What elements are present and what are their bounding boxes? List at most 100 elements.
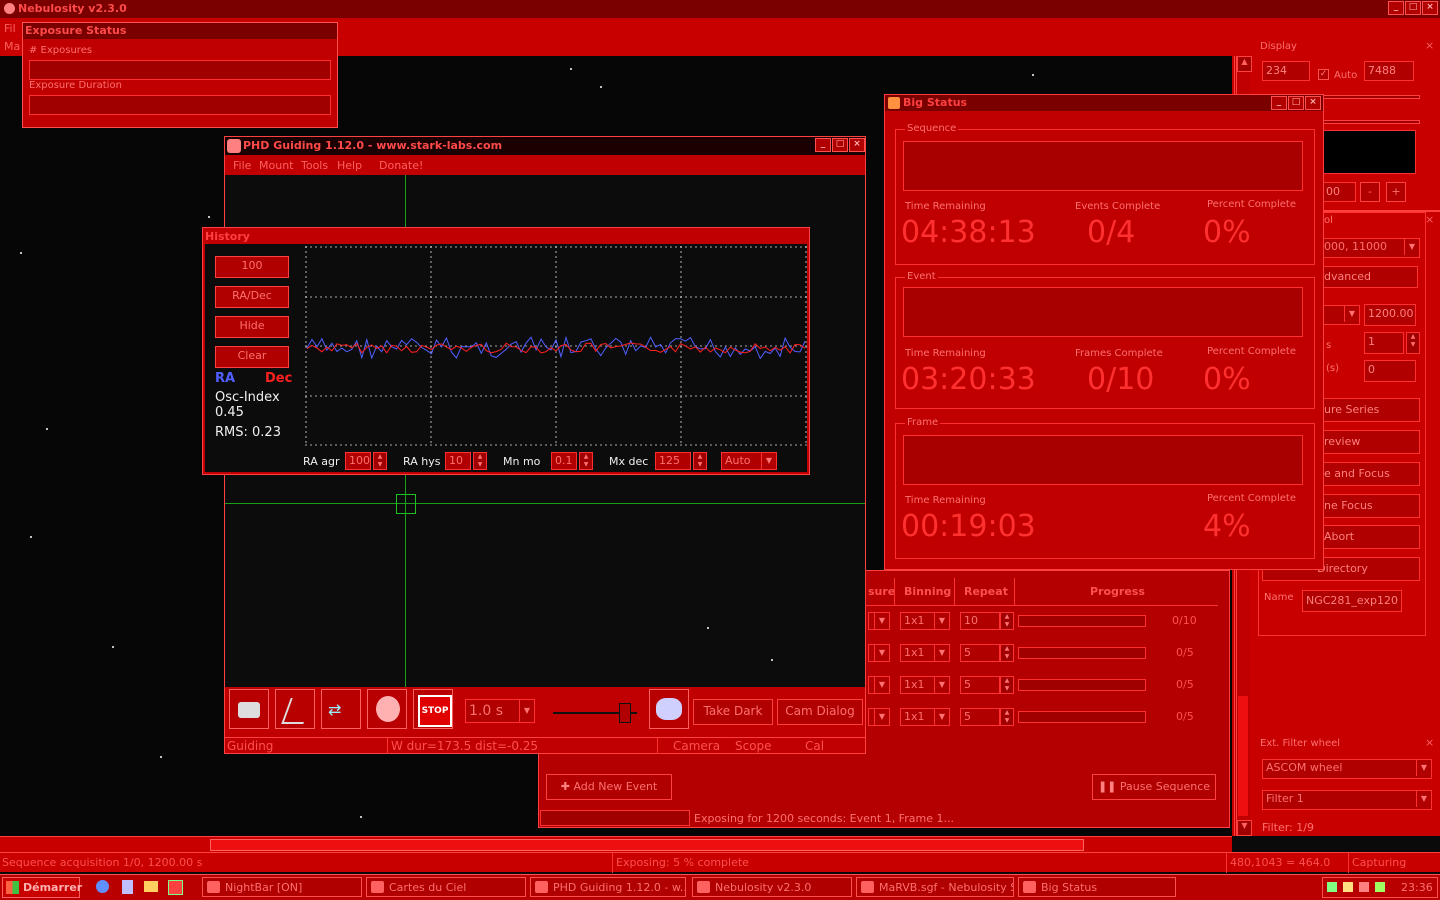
ra-legend: RA: [215, 371, 236, 386]
close-icon[interactable]: ×: [1305, 96, 1321, 110]
exposure-duration-select[interactable]: 1.0 s ▼: [465, 699, 535, 723]
history-title[interactable]: History: [205, 230, 250, 243]
maximize-icon[interactable]: □: [1288, 96, 1304, 110]
display-min-input[interactable]: 234: [1262, 61, 1310, 81]
taskbar-item-nebulosity[interactable]: Nebulosity v2.3.0: [692, 877, 852, 897]
mn-mo-spinner[interactable]: ▲ ▼: [579, 452, 593, 470]
phd-title-bar[interactable]: PHD Guiding 1.12.0 - www.stark-labs.com …: [225, 137, 865, 155]
status-sep-2: [657, 738, 658, 754]
chevron-down-icon: ▼: [761, 453, 776, 469]
main-title-bar[interactable]: Nebulosity v2.3.0 _ □ ×: [0, 0, 1440, 18]
ra-agr-input[interactable]: 100: [345, 452, 371, 470]
big-status-window: Big Status _ □ × Sequence Time Remaining…: [884, 94, 1324, 570]
add-event-button[interactable]: ✚ Add New Event: [546, 774, 672, 800]
stop-button[interactable]: STOP: [413, 689, 453, 729]
ra-hys-input[interactable]: 10: [445, 452, 471, 470]
ie-icon[interactable]: [96, 880, 109, 893]
brain-button[interactable]: [649, 689, 689, 729]
capture-close-icon[interactable]: ×: [1425, 213, 1434, 226]
repeat-spinner[interactable]: ▲ ▼: [1000, 612, 1014, 630]
take-dark-button[interactable]: Take Dark: [693, 699, 773, 725]
exposure-select[interactable]: ▼: [868, 708, 890, 726]
filter-select[interactable]: Filter 1 ▼: [1262, 790, 1432, 810]
gamma-slider-thumb[interactable]: [619, 703, 631, 723]
repeat-spinner[interactable]: ▲ ▼: [1000, 676, 1014, 694]
scroll-thumb[interactable]: [210, 839, 1084, 851]
maximize-icon[interactable]: □: [832, 138, 848, 152]
repeat-input[interactable]: 5: [960, 708, 1000, 726]
exposure-select[interactable]: ▼: [868, 612, 890, 630]
taskbar-item-nightbar[interactable]: NightBar [ON]: [202, 877, 362, 897]
mx-dec-spinner[interactable]: ▲ ▼: [693, 452, 707, 470]
display-max-input[interactable]: 7488: [1364, 61, 1414, 81]
display-title: Display: [1260, 41, 1297, 52]
filter-close-icon[interactable]: ×: [1425, 736, 1434, 749]
plus-button[interactable]: +: [1386, 182, 1406, 202]
doc-icon[interactable]: [122, 880, 133, 894]
history-clear-button[interactable]: Clear: [215, 346, 289, 368]
menu-file[interactable]: File: [233, 159, 251, 172]
repeat-input[interactable]: 10: [960, 612, 1000, 630]
horizontal-scrollbar[interactable]: [0, 836, 1232, 852]
tray-icon[interactable]: [1375, 882, 1385, 892]
loop-exposure-button[interactable]: [229, 689, 269, 729]
menu-ma[interactable]: Ma: [4, 40, 20, 53]
tray-icon[interactable]: [1343, 882, 1353, 892]
exposure-select[interactable]: ▼: [868, 676, 890, 694]
seq-events-label: Events Complete: [1075, 201, 1161, 212]
connect-camera-button[interactable]: ⇄: [321, 689, 361, 729]
menu-mount[interactable]: Mount: [259, 159, 293, 172]
exposure-select[interactable]: ▼: [868, 644, 890, 662]
binning-select[interactable]: 1x1 ▼: [900, 612, 950, 630]
start-button[interactable]: Démarrer: [2, 877, 82, 898]
exposure-status-title[interactable]: Exposure Status: [23, 23, 337, 39]
close-icon[interactable]: ×: [1422, 1, 1438, 15]
scroll-down-icon[interactable]: ▼: [1237, 820, 1252, 836]
minus-button[interactable]: -: [1360, 182, 1380, 202]
ra-agr-spinner[interactable]: ▲ ▼: [373, 452, 387, 470]
dec-mode-select[interactable]: Auto ▼: [721, 452, 777, 470]
history-radec-button[interactable]: RA/Dec: [215, 286, 289, 308]
pause-sequence-button[interactable]: ❚❚ Pause Sequence: [1092, 774, 1216, 800]
repeat-input[interactable]: 5: [960, 644, 1000, 662]
maximize-icon[interactable]: □: [1405, 1, 1421, 15]
cam-dialog-button[interactable]: Cam Dialog: [777, 699, 863, 725]
ra-hys-spinner[interactable]: ▲ ▼: [473, 452, 487, 470]
display-close-icon[interactable]: ×: [1425, 39, 1434, 52]
repeat-spinner[interactable]: ▲ ▼: [1000, 708, 1014, 726]
auto-checkbox[interactable]: ✓: [1318, 69, 1329, 80]
scroll-up-icon[interactable]: ▲: [1237, 56, 1252, 72]
menu-help[interactable]: Help: [337, 159, 362, 172]
menu-file[interactable]: Fil: [4, 22, 16, 35]
menu-tools[interactable]: Tools: [301, 159, 328, 172]
minimize-icon[interactable]: _: [1388, 1, 1404, 15]
app-shortcut-icon[interactable]: [168, 880, 183, 895]
binning-select[interactable]: 1x1 ▼: [900, 644, 950, 662]
close-icon[interactable]: ×: [849, 138, 865, 152]
minimize-icon[interactable]: _: [1271, 96, 1287, 110]
small-value-field[interactable]: 00: [1322, 182, 1356, 202]
history-hide-button[interactable]: Hide: [215, 316, 289, 338]
menu-donate[interactable]: Donate!: [379, 159, 423, 172]
guide-button[interactable]: [367, 689, 407, 729]
taskbar-item-marvb[interactable]: MaRVB.sgf - Nebulosity S...: [856, 877, 1014, 897]
connect-mount-button[interactable]: [275, 689, 315, 729]
binning-select[interactable]: 1x1 ▼: [900, 708, 950, 726]
big-status-title-bar[interactable]: Big Status _ □ ×: [885, 95, 1323, 111]
taskbar-item-phd[interactable]: PHD Guiding 1.12.0 - w...: [530, 877, 686, 897]
repeat-input[interactable]: 5: [960, 676, 1000, 694]
history-scale-button[interactable]: 100: [215, 256, 289, 278]
event-progress: [903, 287, 1303, 337]
repeat-spinner[interactable]: ▲ ▼: [1000, 644, 1014, 662]
filter-device-select[interactable]: ASCOM wheel ▼: [1262, 759, 1432, 779]
taskbar-item-cartes[interactable]: Cartes du Ciel: [366, 877, 526, 897]
folder-icon[interactable]: [144, 881, 158, 892]
binning-select[interactable]: 1x1 ▼: [900, 676, 950, 694]
tray-icon[interactable]: [1359, 882, 1369, 892]
minimize-icon[interactable]: _: [815, 138, 831, 152]
tray-icon[interactable]: [1327, 882, 1337, 892]
mx-dec-input[interactable]: 125: [655, 452, 691, 470]
scroll-thumb-v[interactable]: [1238, 696, 1248, 816]
mn-mo-input[interactable]: 0.1: [551, 452, 577, 470]
taskbar-item-bigstatus[interactable]: Big Status: [1018, 877, 1176, 897]
